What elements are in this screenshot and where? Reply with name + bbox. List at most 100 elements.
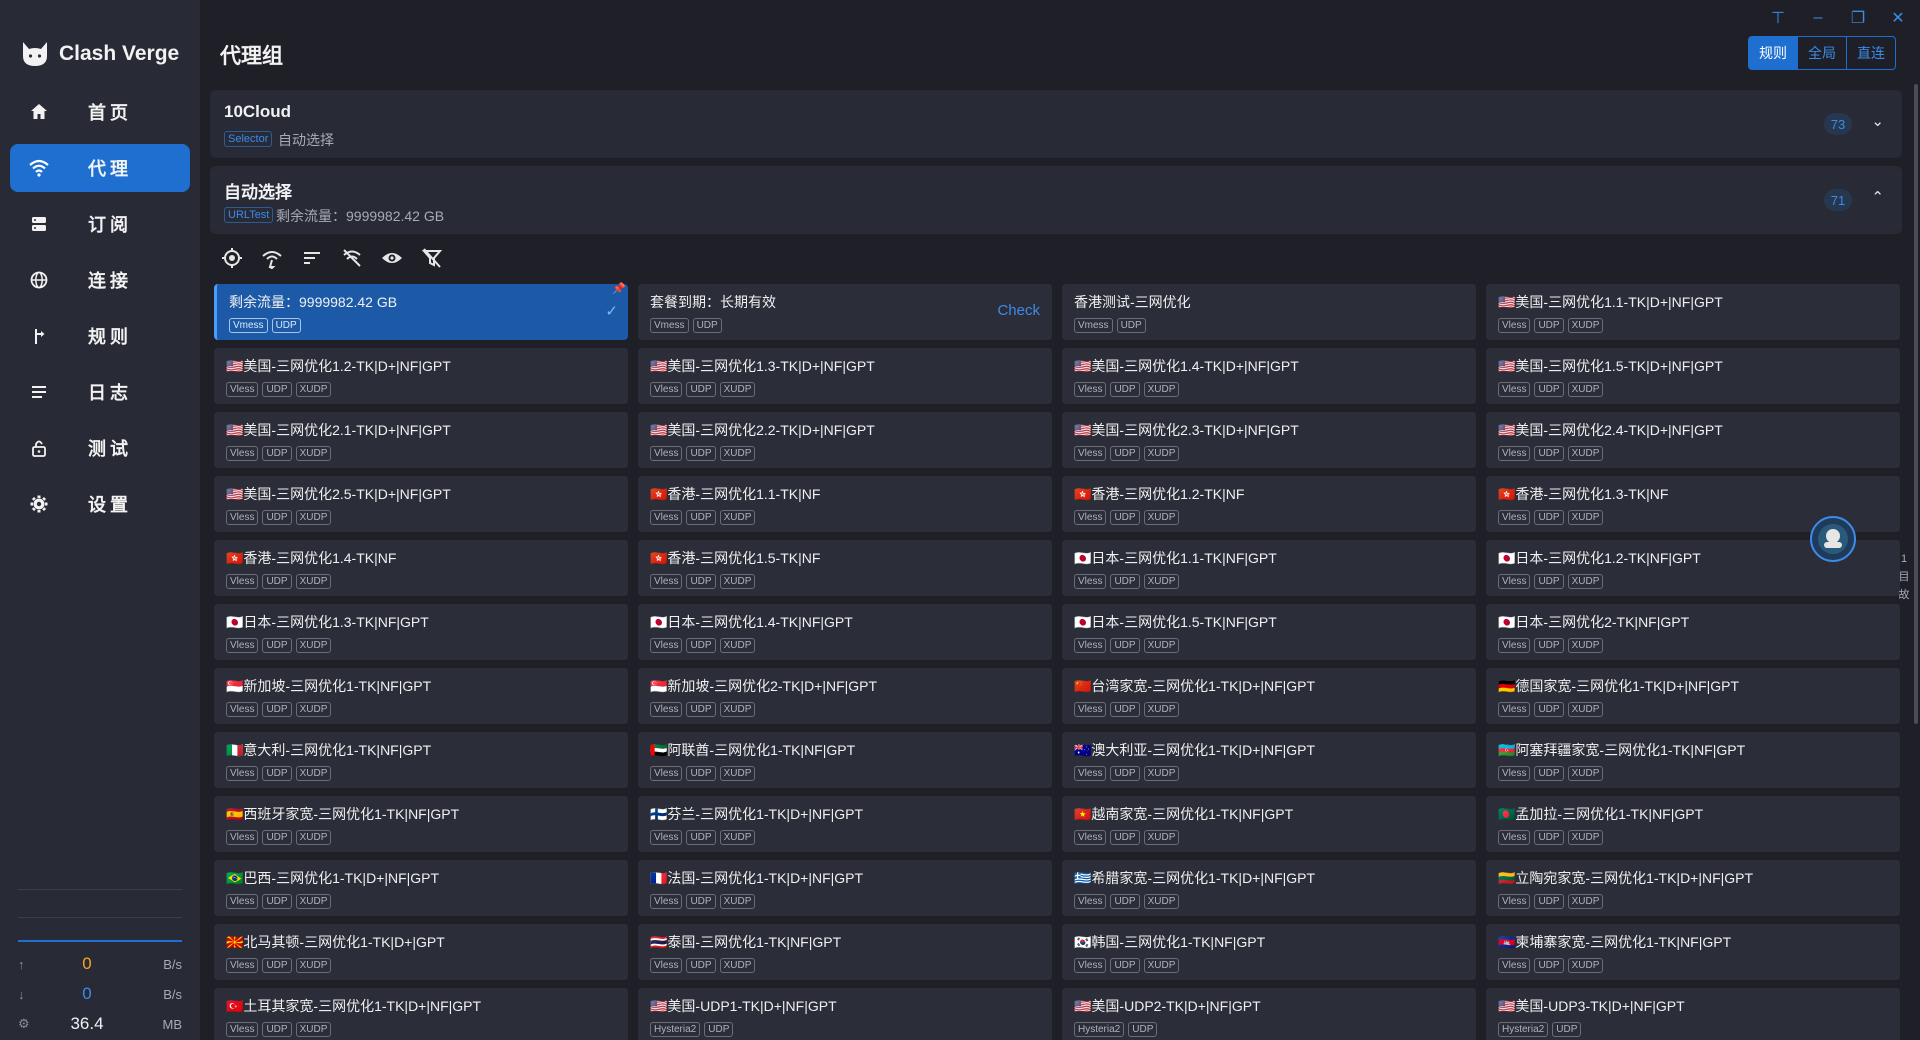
proxy-card[interactable]: 🇺🇸美国-三网优化1.2-TK|D+|NF|GPT Vless UDP XUDP xyxy=(214,348,628,404)
proxy-card[interactable]: 🇹🇭泰国-三网优化1-TK|NF|GPT Vless UDP XUDP xyxy=(638,924,1052,980)
proxy-name: 🇧🇷巴西-三网优化1-TK|D+|NF|GPT xyxy=(226,870,440,886)
proxy-name: 🇨🇳台湾家宽-三网优化1-TK|D+|NF|GPT xyxy=(1074,678,1316,694)
protocol-badge: UDP xyxy=(1534,830,1564,845)
proxy-card[interactable]: 🇩🇪德国家宽-三网优化1-TK|D+|NF|GPT Vless UDP XUDP xyxy=(1486,668,1900,724)
floating-assistant-button[interactable] xyxy=(1810,516,1856,562)
chevron-down-icon[interactable]: ⌄ xyxy=(1871,112,1884,130)
proxy-card[interactable]: 🇯🇵日本-三网优化1.3-TK|NF|GPT Vless UDP XUDP xyxy=(214,604,628,660)
proxy-card[interactable]: 🇺🇸美国-三网优化1.4-TK|D+|NF|GPT Vless UDP XUDP xyxy=(1062,348,1476,404)
proxy-card[interactable]: 🇺🇸美国-UDP2-TK|D+|NF|GPT Hysteria2 UDP xyxy=(1062,988,1476,1040)
proxy-card[interactable]: 🇯🇵日本-三网优化2-TK|NF|GPT Vless UDP XUDP xyxy=(1486,604,1900,660)
proxy-card[interactable]: 🇬🇷希腊家宽-三网优化1-TK|D+|NF|GPT Vless UDP XUDP xyxy=(1062,860,1476,916)
mode-global-button[interactable]: 全局 xyxy=(1797,37,1846,69)
proxy-card[interactable]: 🇯🇵日本-三网优化1.4-TK|NF|GPT Vless UDP XUDP xyxy=(638,604,1052,660)
proxy-card[interactable]: 🇫🇷法国-三网优化1-TK|D+|NF|GPT Vless UDP XUDP xyxy=(638,860,1052,916)
proxy-name: 🇯🇵日本-三网优化1.3-TK|NF|GPT xyxy=(226,614,429,630)
sidebar-item-home[interactable]: 首页 xyxy=(10,88,190,136)
protocol-badge: UDP xyxy=(686,574,716,589)
proxy-card[interactable]: 🇺🇸美国-三网优化1.5-TK|D+|NF|GPT Vless UDP XUDP xyxy=(1486,348,1900,404)
sidebar-item-proxy[interactable]: 代理 xyxy=(10,144,190,192)
proxy-card[interactable]: 🇺🇸美国-UDP1-TK|D+|NF|GPT Hysteria2 UDP xyxy=(638,988,1052,1040)
proxy-card[interactable]: 🇧🇩孟加拉-三网优化1-TK|NF|GPT Vless UDP XUDP xyxy=(1486,796,1900,852)
protocol-badge: Vless xyxy=(1498,702,1531,717)
locate-icon[interactable] xyxy=(220,246,244,270)
protocol-badge: UDP xyxy=(686,766,716,781)
scrollbar[interactable] xyxy=(1914,84,1918,724)
proxy-card[interactable]: 🇰🇭柬埔寨家宽-三网优化1-TK|NF|GPT Vless UDP XUDP xyxy=(1486,924,1900,980)
proxy-group-auto[interactable]: 自动选择 URLTest 剩余流量：9999982.42 GB 71 ⌃ xyxy=(210,166,1902,234)
sidebar-item-connections[interactable]: 连接 xyxy=(10,256,190,304)
proxy-card[interactable]: 🇲🇰北马其顿-三网优化1-TK|D+|GPT Vless UDP XUDP xyxy=(214,924,628,980)
proxy-badges: Vless UDP XUDP xyxy=(1498,894,1888,909)
proxy-card[interactable]: 🇺🇸美国-三网优化2.2-TK|D+|NF|GPT Vless UDP XUDP xyxy=(638,412,1052,468)
sidebar-item-rules[interactable]: 规则 xyxy=(10,312,190,360)
sidebar-item-label: 设置 xyxy=(88,495,132,515)
proxy-card[interactable]: 🇺🇸美国-三网优化2.1-TK|D+|NF|GPT Vless UDP XUDP xyxy=(214,412,628,468)
proxy-badges: Vless UDP XUDP xyxy=(1498,702,1888,717)
proxy-card[interactable]: 🇻🇳越南家宽-三网优化1-TK|NF|GPT Vless UDP XUDP xyxy=(1062,796,1476,852)
sidebar-item-subscriptions[interactable]: 订阅 xyxy=(10,200,190,248)
proxy-card[interactable]: 🇦🇿阿塞拜疆家宽-三网优化1-TK|NF|GPT Vless UDP XUDP xyxy=(1486,732,1900,788)
proxy-name: 🇰🇭柬埔寨家宽-三网优化1-TK|NF|GPT xyxy=(1498,934,1732,950)
protocol-badge: UDP xyxy=(262,766,292,781)
mode-rule-button[interactable]: 规则 xyxy=(1749,37,1797,69)
proxy-card[interactable]: 剩余流量：9999982.42 GB Vmess UDP ✓ 📌 xyxy=(214,283,628,340)
mode-direct-button[interactable]: 直连 xyxy=(1846,37,1895,69)
sidebar-item-settings[interactable]: 设置 xyxy=(10,480,190,528)
proxy-card[interactable]: 🇹🇷土耳其家宽-三网优化1-TK|D+|NF|GPT Vless UDP XUDP xyxy=(214,988,628,1040)
proxy-card[interactable]: 🇯🇵日本-三网优化1.1-TK|NF|GPT Vless UDP XUDP xyxy=(1062,540,1476,596)
url-filter-icon[interactable] xyxy=(340,246,364,270)
proxy-card[interactable]: 🇦🇪阿联酋-三网优化1-TK|NF|GPT Vless UDP XUDP xyxy=(638,732,1052,788)
protocol-badge: Vless xyxy=(1498,574,1531,589)
proxy-card[interactable]: 🇭🇰香港-三网优化1.1-TK|NF Vless UDP XUDP xyxy=(638,476,1052,532)
minimize-icon[interactable]: – xyxy=(1804,6,1832,30)
restore-icon[interactable]: ❐ xyxy=(1844,6,1872,30)
pin-icon: 📌 xyxy=(612,283,626,295)
proxy-card[interactable]: 🇦🇺澳大利亚-三网优化1-TK|D+|NF|GPT Vless UDP XUDP xyxy=(1062,732,1476,788)
proxy-card[interactable]: 🇧🇷巴西-三网优化1-TK|D+|NF|GPT Vless UDP XUDP xyxy=(214,860,628,916)
proxy-group-10cloud[interactable]: 10Cloud Selector 自动选择 73 ⌄ xyxy=(210,90,1902,158)
proxy-card[interactable]: 🇭🇰香港-三网优化1.2-TK|NF Vless UDP XUDP xyxy=(1062,476,1476,532)
proxy-badges: Vless UDP XUDP xyxy=(1498,830,1888,845)
protocol-badge: Vless xyxy=(650,766,683,781)
proxy-card[interactable]: 🇮🇹意大利-三网优化1-TK|NF|GPT Vless UDP XUDP xyxy=(214,732,628,788)
proxy-card[interactable]: 🇨🇳台湾家宽-三网优化1-TK|D+|NF|GPT Vless UDP XUDP xyxy=(1062,668,1476,724)
protocol-badge: UDP xyxy=(1110,638,1140,653)
proxy-badges: Vless UDP XUDP xyxy=(1074,830,1464,845)
proxy-card[interactable]: 🇰🇷韩国-三网优化1-TK|NF|GPT Vless UDP XUDP xyxy=(1062,924,1476,980)
proxy-card[interactable]: 🇱🇹立陶宛家宽-三网优化1-TK|D+|NF|GPT Vless UDP XUDP xyxy=(1486,860,1900,916)
proxy-card[interactable]: 🇸🇬新加坡-三网优化2-TK|D+|NF|GPT Vless UDP XUDP xyxy=(638,668,1052,724)
protocol-badge: XUDP xyxy=(295,510,332,525)
proxy-badges: Vless UDP XUDP xyxy=(226,702,616,717)
proxy-card[interactable]: 🇭🇰香港-三网优化1.5-TK|NF Vless UDP XUDP xyxy=(638,540,1052,596)
proxy-card[interactable]: 🇺🇸美国-UDP3-TK|D+|NF|GPT Hysteria2 UDP xyxy=(1486,988,1900,1040)
pin-icon[interactable]: ⊤ xyxy=(1764,6,1792,30)
proxy-card[interactable]: 🇺🇸美国-三网优化2.5-TK|D+|NF|GPT Vless UDP XUDP xyxy=(214,476,628,532)
proxy-card[interactable]: 🇭🇰香港-三网优化1.4-TK|NF Vless UDP XUDP xyxy=(214,540,628,596)
proxy-card[interactable]: 套餐到期：长期有效 Vmess UDP Check xyxy=(638,284,1052,340)
proxy-name: 🇫🇷法国-三网优化1-TK|D+|NF|GPT xyxy=(650,870,864,886)
proxy-badges: Vless UDP XUDP xyxy=(226,382,616,397)
sort-icon[interactable] xyxy=(300,246,324,270)
filter-off-icon[interactable] xyxy=(420,246,444,270)
proxy-card[interactable]: 🇯🇵日本-三网优化1.5-TK|NF|GPT Vless UDP XUDP xyxy=(1062,604,1476,660)
protocol-badge: Hysteria2 xyxy=(1074,1022,1125,1037)
chevron-up-icon[interactable]: ⌃ xyxy=(1871,188,1884,206)
proxy-card[interactable]: 🇸🇬新加坡-三网优化1-TK|NF|GPT Vless UDP XUDP xyxy=(214,668,628,724)
eye-icon[interactable] xyxy=(380,246,404,270)
close-icon[interactable]: ✕ xyxy=(1884,6,1912,30)
protocol-badge: Vless xyxy=(226,1022,259,1037)
proxy-card[interactable]: 🇫🇮芬兰-三网优化1-TK|D+|NF|GPT Vless UDP XUDP xyxy=(638,796,1052,852)
proxy-name: 🇺🇸美国-三网优化1.2-TK|D+|NF|GPT xyxy=(226,358,451,374)
sidebar-item-test[interactable]: 测试 xyxy=(10,424,190,472)
proxy-card[interactable]: 🇺🇸美国-三网优化1.1-TK|D+|NF|GPT Vless UDP XUDP xyxy=(1486,284,1900,340)
proxy-name: 🇭🇰香港-三网优化1.5-TK|NF xyxy=(650,550,821,566)
proxy-card[interactable]: 🇺🇸美国-三网优化2.4-TK|D+|NF|GPT Vless UDP XUDP xyxy=(1486,412,1900,468)
proxy-card[interactable]: 🇪🇸西班牙家宽-三网优化1-TK|NF|GPT Vless UDP XUDP xyxy=(214,796,628,852)
proxy-card[interactable]: 香港测试-三网优化 Vmess UDP xyxy=(1062,284,1476,340)
sidebar-item-logs[interactable]: 日志 xyxy=(10,368,190,416)
proxy-card[interactable]: 🇺🇸美国-三网优化1.3-TK|D+|NF|GPT Vless UDP XUDP xyxy=(638,348,1052,404)
proxy-card[interactable]: 🇺🇸美国-三网优化2.3-TK|D+|NF|GPT Vless UDP XUDP xyxy=(1062,412,1476,468)
delay-test-icon[interactable] xyxy=(260,246,284,270)
check-delay-button[interactable]: Check xyxy=(997,302,1040,319)
